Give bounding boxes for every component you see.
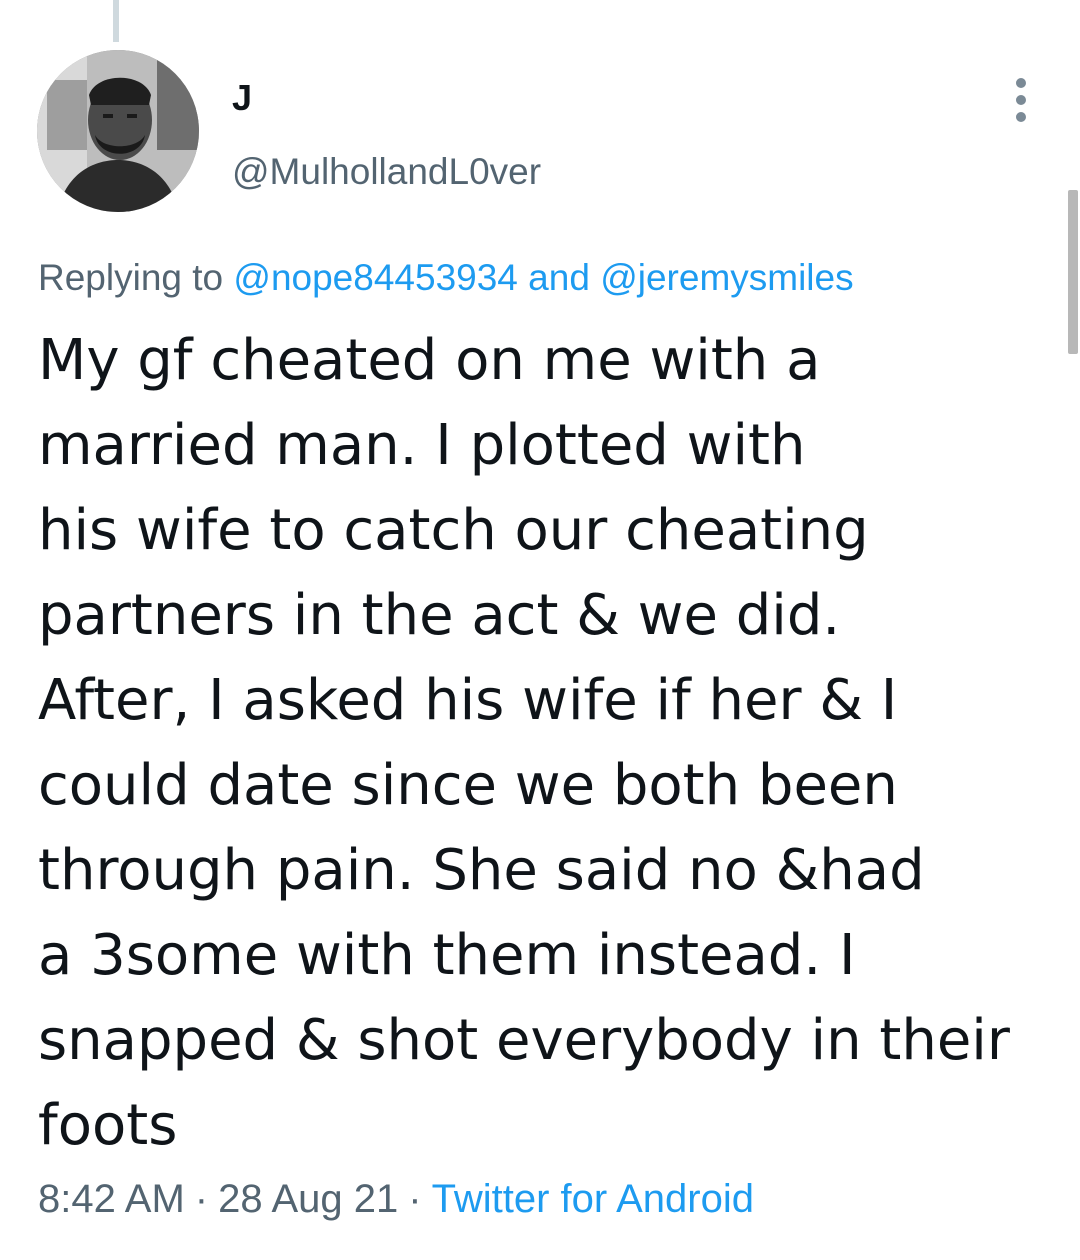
tweet-time[interactable]: 8:42 AM [38,1177,185,1221]
tweet-text-line: a 3some with them instead. I [38,923,856,988]
tweet-text-line: could date since we both been [38,753,898,818]
tweet-text-line: through pain. She said no &had [38,838,925,903]
tweet-text-line: After, I asked his wife if her & I [38,668,898,733]
meta-separator: · [194,1177,209,1221]
more-options-button[interactable] [1000,74,1042,126]
more-vertical-icon [1016,78,1026,88]
tweet-text-line: partners in the act & we did. [38,583,841,648]
reply-mention-link[interactable]: @nope84453934 [233,257,518,298]
reply-mention-link[interactable]: @jeremysmiles [600,257,853,298]
more-vertical-icon-dot-3 [1016,112,1026,122]
replying-to-label: Replying to [38,257,224,298]
avatar-photo [37,50,199,212]
scrollbar-thumb[interactable] [1068,190,1078,354]
tweet-text-line: snapped & shot everybody in their [38,1008,1010,1073]
avatar[interactable] [37,50,199,212]
tweet-source-link[interactable]: Twitter for Android [432,1177,754,1221]
tweet-text-line: foots [38,1093,178,1158]
tweet-text-line: his wife to catch our cheating [38,498,869,563]
thread-connector-line [113,0,119,42]
user-handle[interactable]: @MulhollandL0ver [232,150,541,194]
replying-to-line: Replying to @nope84453934 and @jeremysmi… [38,254,854,302]
more-vertical-icon-dot-2 [1016,95,1026,105]
tweet-text-line: married man. I plotted with [38,413,806,478]
tweet-text-line: My gf cheated on me with a [38,328,821,393]
tweet-text: My gf cheated on me with a married man. … [38,318,1058,1168]
tweet-date[interactable]: 28 Aug 21 [218,1177,398,1221]
reply-conjunction[interactable]: and [528,257,590,298]
tweet-metadata: 8:42 AM · 28 Aug 21 · Twitter for Android [38,1174,754,1224]
display-name[interactable]: J [232,78,252,118]
meta-separator: · [408,1177,422,1221]
